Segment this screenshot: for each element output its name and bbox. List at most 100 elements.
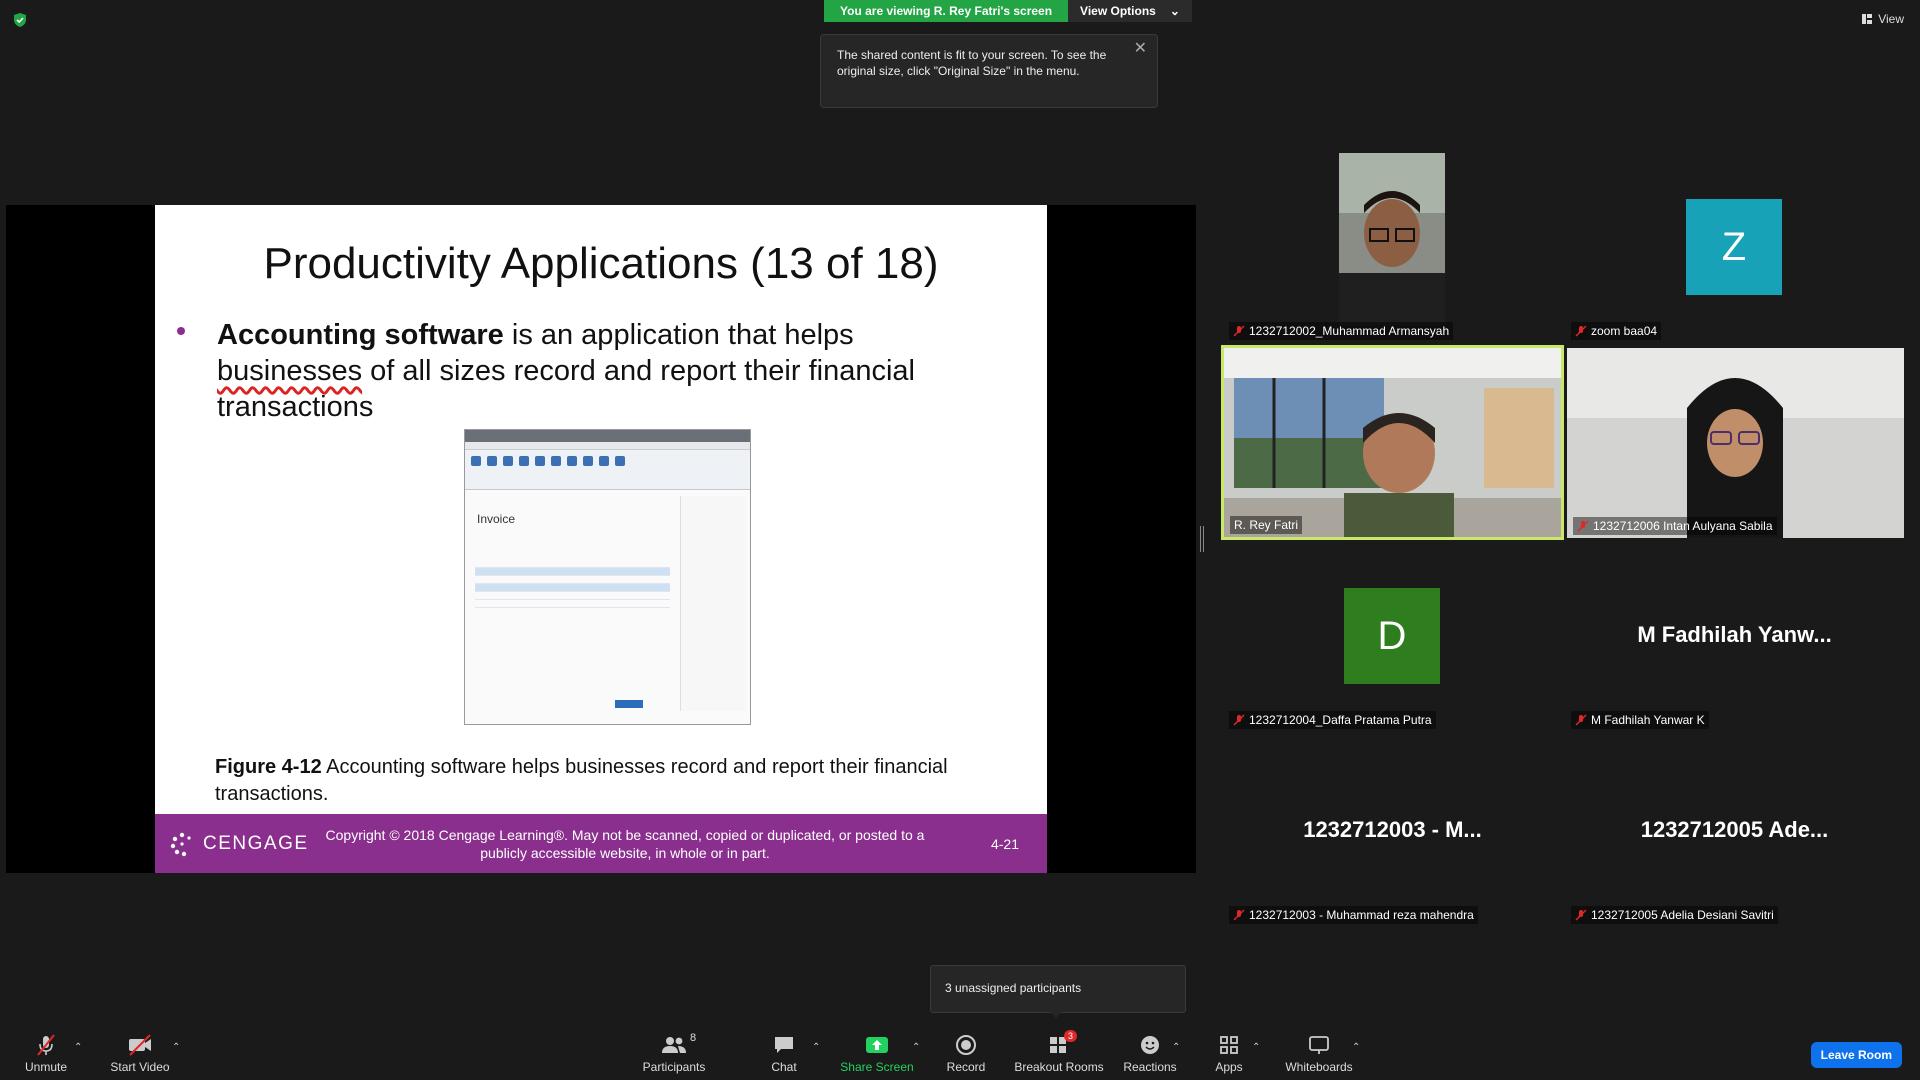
muted-mic-icon [1233, 714, 1245, 726]
bullet-text-part-1: is an application that helps [503, 319, 854, 351]
bullet-bold-term: Accounting software [217, 319, 504, 351]
participant-tile[interactable]: D 1232712004_Daffa Pratama Putra [1223, 542, 1562, 732]
close-icon[interactable]: ✕ [1134, 41, 1147, 57]
participant-name: 1232712006 Intan Aulyana Sabila [1593, 519, 1773, 533]
participant-name-label: zoom baa04 [1571, 322, 1662, 340]
participant-tile[interactable]: M Fadhilah Yanw... M Fadhilah Yanwar K [1565, 542, 1904, 732]
chat-icon [775, 1037, 793, 1053]
muted-mic-icon [1575, 325, 1587, 337]
participant-display-name: M Fadhilah Yanw... [1637, 622, 1832, 647]
apps-icon [1220, 1036, 1238, 1054]
shared-screen: Productivity Applications (13 of 18) Acc… [6, 205, 1196, 873]
whiteboards-label: Whiteboards [1285, 1060, 1353, 1074]
tooltip-text: The shared content is fit to your screen… [837, 48, 1107, 78]
muted-mic-icon [1575, 909, 1587, 921]
start-video-button[interactable]: Start Video [106, 1028, 174, 1080]
zoom-meeting-window: { "banner": { "viewing_text": "You are v… [0, 0, 1920, 1080]
participant-name: zoom baa04 [1591, 324, 1658, 338]
reactions-options-chevron-icon[interactable]: ⌃ [1172, 1042, 1180, 1053]
share-screen-button[interactable]: Share Screen [838, 1028, 916, 1080]
unmute-button[interactable]: Unmute [20, 1028, 72, 1080]
cengage-logo-mark-icon [170, 832, 191, 857]
participant-name-label: 1232712002_Muhammad Armansyah [1229, 322, 1454, 340]
view-button[interactable]: View [1862, 12, 1904, 26]
cengage-logo-text: CENGAGE [203, 833, 309, 854]
slide-title: Productivity Applications (13 of 18) [263, 239, 939, 288]
viewing-banner: You are viewing R. Rey Fatri's screen Vi… [824, 0, 1192, 22]
participant-tile[interactable]: 1232712003 - M... 1232712003 - Muhammad … [1223, 737, 1562, 927]
whiteboard-icon [1309, 1036, 1329, 1054]
muted-mic-icon [37, 1034, 55, 1056]
slide-number: 4-21 [990, 836, 1019, 852]
unassigned-participants-popup[interactable]: 3 unassigned participants [930, 965, 1186, 1013]
unmute-label: Unmute [24, 1060, 68, 1074]
audio-options-chevron-icon[interactable]: ⌃ [74, 1042, 82, 1053]
participant-tile-active-speaker[interactable]: R. Rey Fatri [1221, 345, 1564, 540]
video-options-chevron-icon[interactable]: ⌃ [172, 1042, 180, 1053]
record-icon [956, 1035, 976, 1055]
muted-mic-icon [1233, 325, 1245, 337]
security-shield-icon[interactable] [12, 12, 28, 28]
breakout-rooms-button[interactable]: Breakout Rooms [1014, 1028, 1104, 1080]
copyright-text: Copyright © 2018 Cengage Learning®. May … [325, 827, 925, 861]
popup-arrow [1050, 1012, 1062, 1018]
muted-mic-icon [1233, 909, 1245, 921]
participant-tile[interactable]: 1232712002_Muhammad Armansyah [1223, 153, 1562, 343]
reactions-label: Reactions [1123, 1060, 1177, 1074]
view-label: View [1878, 12, 1904, 26]
participants-button[interactable]: Participants [640, 1028, 708, 1080]
participant-name-label: 1232712005 Adelia Desiani Savitri [1571, 906, 1778, 924]
breakout-rooms-badge: 3 [1064, 1030, 1078, 1042]
figure-body: Invoice [465, 490, 750, 720]
bullet-dot [177, 327, 185, 335]
video-off-icon [129, 1034, 151, 1056]
spellcheck-word: businesses [217, 355, 363, 387]
apps-button[interactable]: Apps [1210, 1028, 1248, 1080]
participant-name-label: 1232712004_Daffa Pratama Putra [1229, 711, 1436, 729]
grid-view-icon [1862, 14, 1873, 24]
participant-tile[interactable]: 1232712005 Ade... 1232712005 Adelia Desi… [1565, 737, 1904, 927]
avatar: D [1344, 588, 1440, 684]
muted-mic-icon [1577, 520, 1589, 532]
participant-name: 1232712005 Adelia Desiani Savitri [1591, 908, 1774, 922]
accounting-software-screenshot: Invoice [464, 429, 751, 725]
bullet-text: Accounting software is an application th… [217, 317, 977, 425]
apps-options-chevron-icon[interactable]: ⌃ [1252, 1042, 1260, 1053]
participant-name-label: 1232712003 - Muhammad reza mahendra [1229, 906, 1478, 924]
share-screen-label: Share Screen [840, 1060, 914, 1074]
participant-name: M Fadhilah Yanwar K [1591, 713, 1705, 727]
share-screen-icon [866, 1037, 888, 1053]
figure-side-panel [680, 496, 746, 711]
participant-tile[interactable]: Z zoom baa04 [1565, 153, 1904, 343]
participant-name: R. Rey Fatri [1234, 518, 1299, 532]
record-button[interactable]: Record [944, 1028, 988, 1080]
figure-ribbon [465, 450, 750, 490]
record-label: Record [946, 1060, 986, 1074]
participants-label: Participants [642, 1060, 706, 1074]
figure-table [475, 560, 670, 620]
view-options-label: View Options [1080, 4, 1156, 18]
participant-display-name: 1232712005 Ade... [1640, 817, 1829, 842]
leave-room-button[interactable]: Leave Room [1810, 1042, 1902, 1068]
whiteboards-options-chevron-icon[interactable]: ⌃ [1352, 1042, 1360, 1053]
breakout-rooms-label: Breakout Rooms [1014, 1060, 1104, 1074]
figure-caption-label: Figure 4-12 [215, 756, 322, 778]
figure-invoice-title: Invoice [477, 512, 516, 526]
chat-options-chevron-icon[interactable]: ⌃ [812, 1042, 820, 1053]
start-video-label: Start Video [110, 1060, 170, 1074]
chat-button[interactable]: Chat [766, 1028, 802, 1080]
figure-save-button [615, 700, 643, 708]
participant-name-label: M Fadhilah Yanwar K [1571, 711, 1709, 729]
panel-resize-handle[interactable] [1200, 526, 1204, 552]
viewing-text: You are viewing R. Rey Fatri's screen [824, 0, 1069, 22]
participant-name-label: 1232712006 Intan Aulyana Sabila [1573, 517, 1777, 535]
participant-tile[interactable]: 1232712006 Intan Aulyana Sabila [1567, 348, 1904, 538]
participants-count: 8 [690, 1032, 697, 1044]
avatar: Z [1686, 199, 1782, 295]
reactions-button[interactable]: Reactions [1120, 1028, 1180, 1080]
participant-name: 1232712003 - Muhammad reza mahendra [1249, 908, 1474, 922]
participant-name-label: R. Rey Fatri [1230, 516, 1303, 534]
whiteboards-button[interactable]: Whiteboards [1282, 1028, 1356, 1080]
view-options-button[interactable]: View Options ⌄ [1068, 0, 1192, 22]
share-options-chevron-icon[interactable]: ⌃ [912, 1042, 920, 1053]
